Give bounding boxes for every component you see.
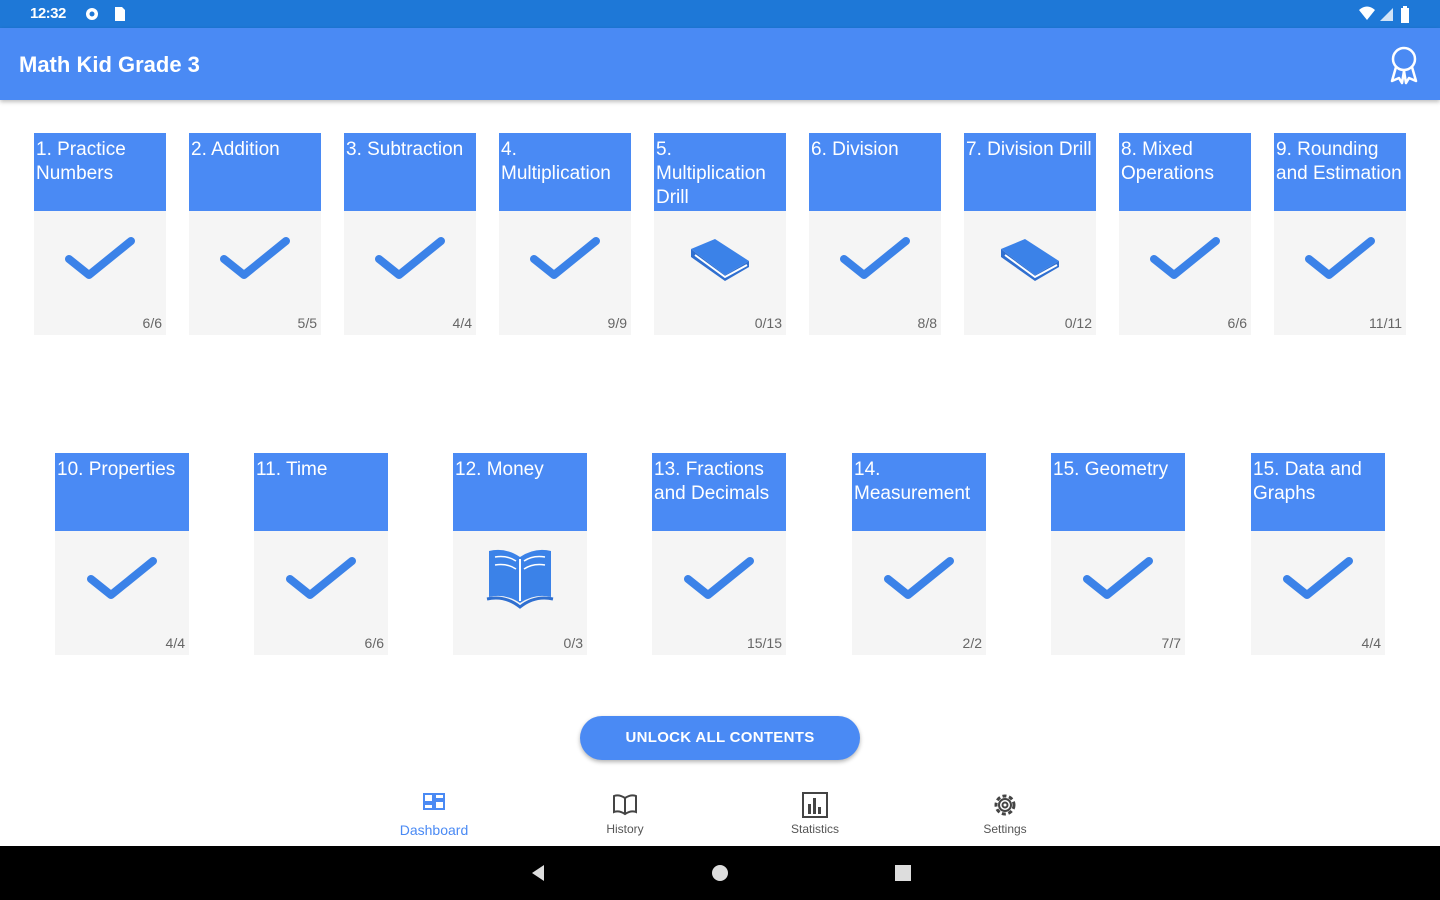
topic-card[interactable]: 11. Time 6/6	[254, 453, 388, 655]
check-icon	[530, 237, 600, 279]
nav-statistics[interactable]: Statistics	[755, 790, 875, 836]
topic-title: 2. Addition	[189, 133, 321, 211]
wifi-icon	[1359, 6, 1375, 20]
settings-icon	[994, 794, 1016, 816]
open-book-icon	[486, 549, 554, 609]
topic-card[interactable]: 15. Data and Graphs 4/4	[1251, 453, 1385, 655]
topic-card[interactable]: 3. Subtraction 4/4	[344, 133, 476, 335]
check-icon	[1150, 237, 1220, 279]
dashboard-icon	[423, 793, 445, 810]
check-icon	[884, 557, 954, 599]
check-icon	[1283, 557, 1353, 599]
topic-progress: 0/3	[563, 635, 583, 651]
topic-progress: 4/4	[165, 635, 185, 651]
topic-card[interactable]: 4. Multiplication 9/9	[499, 133, 631, 335]
topic-title: 3. Subtraction	[344, 133, 476, 211]
topic-card[interactable]: 8. Mixed Operations 6/6	[1119, 133, 1251, 335]
award-icon[interactable]	[1386, 45, 1422, 85]
app-bar: Math Kid Grade 3	[0, 28, 1440, 100]
topic-progress: 0/13	[754, 315, 782, 331]
check-icon	[840, 237, 910, 279]
topic-title: 4. Multiplication	[499, 133, 631, 211]
topic-title: 12. Money	[453, 453, 587, 531]
gear-icon	[86, 8, 98, 20]
check-icon	[1083, 557, 1153, 599]
check-icon	[286, 557, 356, 599]
sim-card-icon	[115, 7, 125, 21]
topic-title: 15. Geometry	[1051, 453, 1185, 531]
topic-title: 14. Measurement	[852, 453, 986, 531]
home-icon[interactable]	[710, 863, 730, 883]
signal-icon	[1380, 8, 1393, 21]
status-time: 12:32	[30, 5, 66, 22]
topic-progress: 15/15	[746, 635, 782, 651]
topic-title: 6. Division	[809, 133, 941, 211]
topic-card[interactable]: 6. Division 8/8	[809, 133, 941, 335]
topic-progress: 11/11	[1369, 315, 1402, 331]
topic-card[interactable]: 14. Measurement 2/2	[852, 453, 986, 655]
topic-card[interactable]: 9. Rounding and Estimation 11/11	[1274, 133, 1406, 335]
nav-label: Dashboard	[399, 822, 469, 838]
recents-icon[interactable]	[893, 863, 913, 883]
topic-title: 15. Data and Graphs	[1251, 453, 1385, 531]
system-nav-bar	[0, 846, 1440, 900]
check-icon	[1305, 237, 1375, 279]
check-icon	[220, 237, 290, 279]
topic-progress: 6/6	[364, 635, 384, 651]
topic-progress: 8/8	[917, 315, 937, 331]
unlock-all-button[interactable]: UNLOCK ALL CONTENTS	[580, 716, 860, 760]
topic-title: 13. Fractions and Decimals	[652, 453, 786, 531]
check-icon	[87, 557, 157, 599]
topic-card[interactable]: 2. Addition 5/5	[189, 133, 321, 335]
check-icon	[375, 237, 445, 279]
statistics-icon	[802, 792, 828, 818]
status-bar: 12:32	[0, 0, 1440, 28]
app-title: Math Kid Grade 3	[19, 52, 200, 77]
topic-card[interactable]: 10. Properties 4/4	[55, 453, 189, 655]
nav-history[interactable]: History	[565, 790, 685, 836]
topic-card[interactable]: 15. Geometry 7/7	[1051, 453, 1185, 655]
closed-book-icon	[1001, 239, 1059, 281]
topic-card[interactable]: 12. Money 0/3	[453, 453, 587, 655]
battery-icon	[1401, 6, 1409, 23]
topic-progress: 0/12	[1064, 315, 1092, 331]
check-icon	[684, 557, 754, 599]
topic-title: 10. Properties	[55, 453, 189, 531]
topic-card[interactable]: 13. Fractions and Decimals 15/15	[652, 453, 786, 655]
topic-title: 7. Division Drill	[964, 133, 1096, 211]
back-icon[interactable]	[528, 863, 548, 883]
nav-settings[interactable]: Settings	[945, 790, 1065, 836]
history-icon	[613, 794, 637, 816]
topic-progress: 2/2	[962, 635, 982, 651]
topic-title: 11. Time	[254, 453, 388, 531]
topic-progress: 7/7	[1161, 635, 1181, 651]
topic-progress: 4/4	[452, 315, 472, 331]
topic-progress: 4/4	[1361, 635, 1381, 651]
topic-title: 5. Multiplication Drill	[654, 133, 786, 211]
bottom-nav: Dashboard History Statistics Settings	[0, 780, 1440, 846]
topic-title: 8. Mixed Operations	[1119, 133, 1251, 211]
nav-dashboard[interactable]: Dashboard	[374, 790, 494, 838]
nav-label: Statistics	[790, 822, 839, 836]
nav-label: Settings	[983, 822, 1027, 836]
check-icon	[65, 237, 135, 279]
nav-label: History	[606, 822, 644, 836]
topic-title: 1. Practice Numbers	[34, 133, 166, 211]
topic-card[interactable]: 7. Division Drill 0/12	[964, 133, 1096, 335]
topic-progress: 9/9	[607, 315, 627, 331]
closed-book-icon	[691, 239, 749, 281]
topic-card[interactable]: 5. Multiplication Drill 0/13	[654, 133, 786, 335]
topic-card[interactable]: 1. Practice Numbers 6/6	[34, 133, 166, 335]
topic-title: 9. Rounding and Estimation	[1274, 133, 1406, 211]
topic-progress: 5/5	[297, 315, 317, 331]
topic-progress: 6/6	[1227, 315, 1247, 331]
topic-progress: 6/6	[142, 315, 162, 331]
